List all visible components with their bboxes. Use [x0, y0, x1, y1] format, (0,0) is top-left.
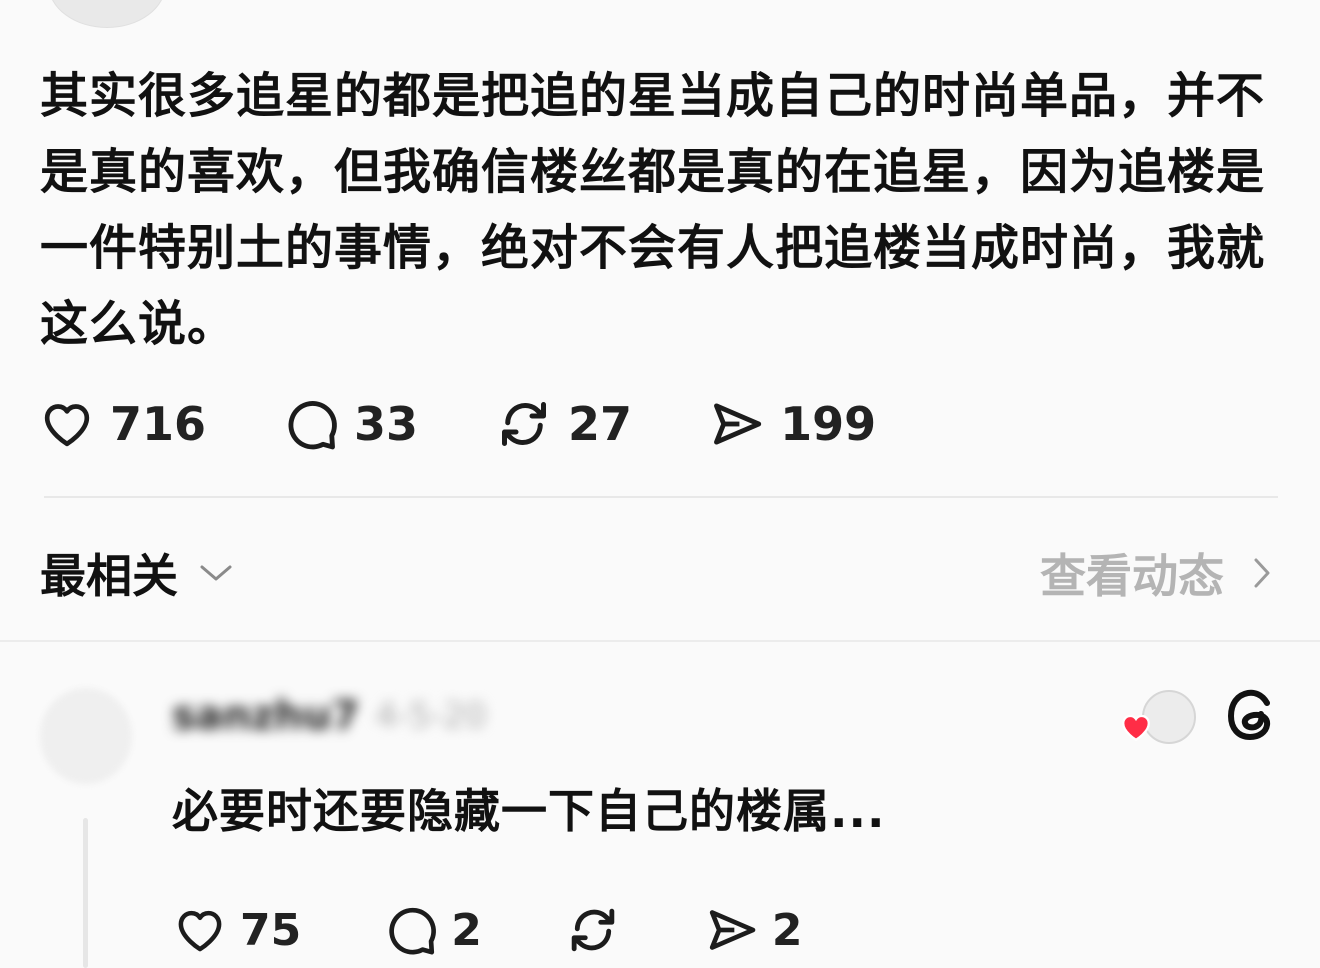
chevron-right-icon	[1254, 558, 1270, 588]
reply-author-avatar[interactable]	[40, 688, 132, 784]
thread-line	[83, 818, 88, 968]
like-button[interactable]: 716	[38, 396, 206, 452]
heart-icon	[1122, 714, 1150, 742]
divider	[44, 496, 1278, 498]
reply-share-button[interactable]: 2	[704, 902, 803, 958]
author-liked-indicator	[1118, 688, 1198, 744]
reply-text: 必要时还要隐藏一下自己的楼属...	[172, 784, 886, 838]
share-icon	[709, 910, 756, 950]
heart-icon	[44, 404, 90, 447]
view-activity-link[interactable]: 查看动态	[1040, 540, 1272, 606]
repost-icon	[571, 908, 615, 952]
post-action-bar: 716 33 27 199	[38, 392, 952, 456]
repost-count: 27	[568, 397, 633, 451]
heart-icon	[178, 910, 222, 952]
reply-like-button[interactable]: 75	[172, 903, 301, 957]
reply-time: 4-5-20	[375, 696, 487, 736]
reply-share-count: 2	[771, 904, 803, 956]
repost-icon	[502, 402, 547, 446]
like-count: 716	[110, 397, 207, 451]
comment-icon	[389, 907, 437, 955]
repost-button[interactable]: 27	[494, 394, 632, 454]
reply-username[interactable]: sanzhu7	[172, 693, 359, 739]
sort-dropdown[interactable]: 最相关	[40, 540, 234, 606]
post-text: 其实很多追星的都是把追的星当成自己的时尚单品，并不是真的喜欢，但我确信楼丝都是真…	[40, 68, 1266, 352]
reply-action-bar: 75 2 2	[172, 898, 884, 962]
comment-button[interactable]: 33	[282, 395, 418, 453]
comment-count: 33	[354, 397, 419, 451]
share-icon	[714, 403, 762, 445]
reply-repost-button[interactable]	[564, 901, 622, 959]
sort-label: 最相关	[40, 549, 178, 603]
post-author-avatar[interactable]	[48, 0, 166, 28]
reply-like-count: 75	[240, 904, 302, 956]
section-separator	[0, 640, 1320, 642]
reply-comment-button[interactable]: 2	[383, 902, 482, 958]
threads-logo-icon[interactable]	[1222, 686, 1280, 744]
chevron-down-icon	[200, 565, 232, 581]
reply-author-meta[interactable]: sanzhu7 4-5-20	[172, 693, 487, 739]
share-count: 199	[780, 397, 877, 451]
comment-icon	[288, 401, 337, 450]
reply-comment-count: 2	[451, 904, 482, 956]
share-button[interactable]: 199	[708, 395, 876, 453]
view-activity-label: 查看动态	[1040, 549, 1224, 603]
